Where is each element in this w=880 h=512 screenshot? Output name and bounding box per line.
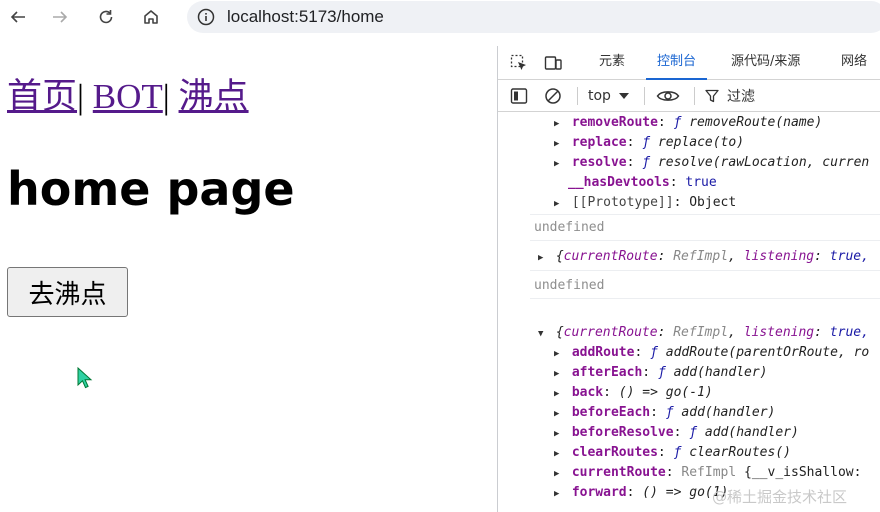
go-pins-button[interactable]: 去沸点 [7,267,128,317]
address-bar[interactable]: localhost:5173/home [187,1,880,33]
console-object-row[interactable]: ▶ {currentRoute: RefImpl, listening: tru… [538,247,869,267]
tab-network[interactable]: 网络 [841,46,867,80]
context-value: top [588,88,611,104]
console-property-row[interactable]: ▶ resolve: ƒ resolve(rawLocation, curren [554,153,869,173]
context-select[interactable]: top [588,86,629,106]
console-prototype-row[interactable]: ▶ [[Prototype]]: Object [554,193,736,213]
console-property-row[interactable]: ▶ removeRoute: ƒ removeRoute(name) [554,113,822,133]
info-icon[interactable] [197,8,215,26]
console-divider [530,270,880,271]
console-divider [530,298,880,299]
console-property-row[interactable]: ▶ currentRoute: RefImpl {__v_isShallow: [554,463,861,483]
toolbar-divider [644,87,645,105]
toolbar-divider [577,87,578,105]
console-divider [530,214,880,215]
console-property-row[interactable]: ▶ forward: () => go(1) [554,483,728,503]
eye-icon[interactable] [656,87,680,105]
back-arrow-icon[interactable] [6,5,30,29]
reload-icon[interactable] [94,5,118,29]
console-output: ▶ removeRoute: ƒ removeRoute(name) ▶ rep… [498,113,880,512]
nav-link-home[interactable]: 首页 [7,77,77,116]
mouse-cursor-icon [77,367,93,389]
console-undefined-output: undefined [534,220,605,235]
devtools-panel: 元素 控制台 源代码/来源 网络 top 过滤 ▶ removeRoute: ƒ… [497,46,880,512]
toolbar-divider [694,87,695,105]
filter-icon [705,89,719,103]
console-divider [530,240,880,241]
sidebar-toggle-icon[interactable] [510,87,528,105]
nav-separator: | [77,77,85,116]
devtools-tab-bar: 元素 控制台 源代码/来源 网络 [498,46,880,80]
nav-separator: | [162,77,170,116]
console-property-row[interactable]: ▶ afterEach: ƒ add(handler) [554,363,768,383]
watermark-text: @稀土掘金技术社区 [712,488,848,506]
console-property-row: __hasDevtools: true [568,175,717,190]
tab-sources[interactable]: 源代码/来源 [731,46,800,80]
clear-console-icon[interactable] [544,87,562,105]
nav-links: 首页| BOT| 沸点 [7,68,249,119]
page-title: home page [7,162,295,216]
console-property-row[interactable]: ▶ replace: ƒ replace(to) [554,133,744,153]
console-object-row-expanded[interactable]: ▼ {currentRoute: RefImpl, listening: tru… [538,323,869,343]
nav-link-bot[interactable]: BOT [93,77,163,116]
console-property-row[interactable]: ▶ beforeResolve: ƒ add(handler) [554,423,799,443]
console-undefined-output: undefined [534,278,605,293]
tab-console[interactable]: 控制台 [646,46,708,80]
console-property-row[interactable]: ▶ clearRoutes: ƒ clearRoutes() [554,443,791,463]
console-property-row[interactable]: ▶ addRoute: ƒ addRoute(parentOrRoute, ro [554,343,869,363]
nav-link-pins[interactable]: 沸点 [179,77,249,116]
tab-elements[interactable]: 元素 [599,46,625,80]
inspect-element-icon[interactable] [510,54,528,72]
filter-placeholder: 过滤 [727,89,755,105]
dropdown-triangle-icon [618,93,629,99]
page-content: 首页| BOT| 沸点 home page 去沸点 [0,46,497,512]
console-property-row[interactable]: ▶ beforeEach: ƒ add(handler) [554,403,775,423]
console-toolbar: top 过滤 [498,80,880,112]
home-icon[interactable] [139,5,163,29]
forward-arrow-icon[interactable] [48,5,72,29]
device-toolbar-icon[interactable] [544,54,562,72]
browser-toolbar: localhost:5173/home [0,0,880,34]
console-property-row[interactable]: ▶ back: () => go(-1) [554,383,713,403]
filter-input[interactable]: 过滤 [705,86,755,106]
url-text: localhost:5173/home [227,7,384,26]
